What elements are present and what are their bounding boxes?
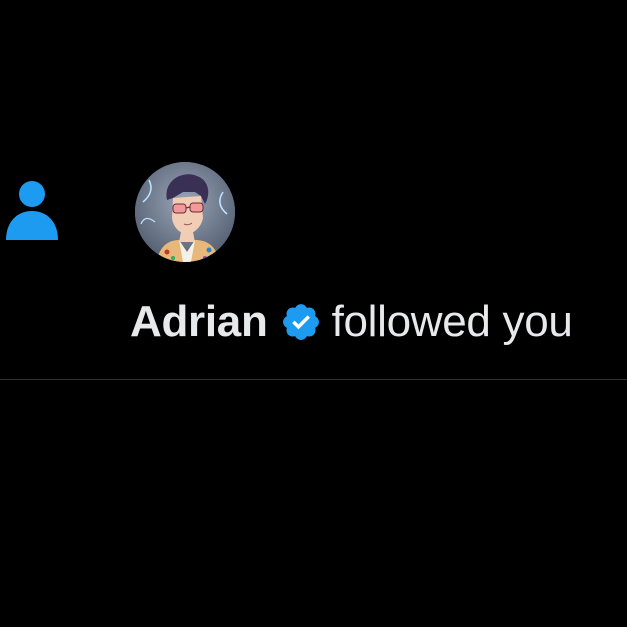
user-name-link[interactable]: Adrian [130,297,268,347]
notification-message: Adrian followed you [130,294,573,350]
person-follow-icon [5,180,59,240]
notification-screen: Adrian followed you [0,0,627,627]
action-text: followed you [331,297,573,346]
avatar[interactable] [135,162,235,262]
divider [0,379,627,380]
verified-badge-icon [280,301,322,343]
follow-notification-row[interactable]: Adrian followed you [0,0,627,380]
